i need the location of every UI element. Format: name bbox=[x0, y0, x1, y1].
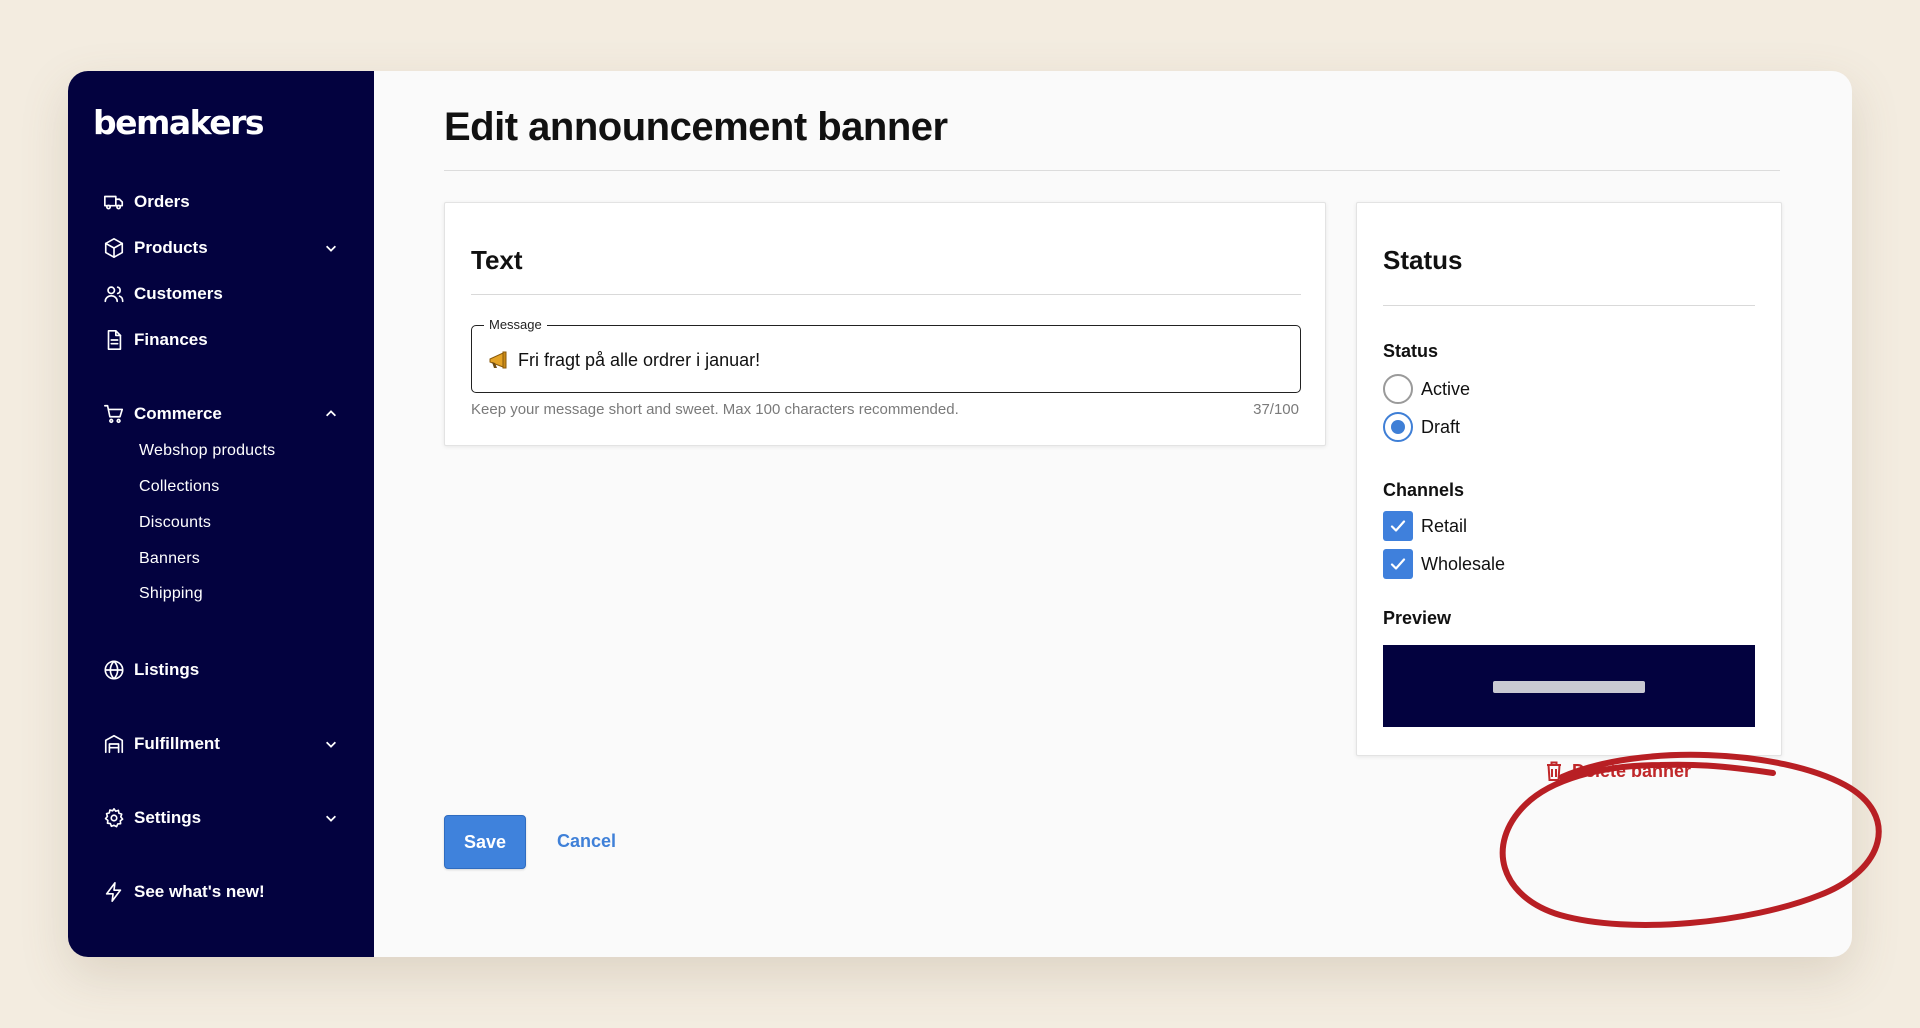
preview-placeholder-bar bbox=[1493, 681, 1645, 693]
checkbox-retail[interactable] bbox=[1383, 511, 1413, 541]
text-card: Text Message Fri fragt på alle ordrer i … bbox=[444, 202, 1326, 446]
channel-option-wholesale[interactable]: Wholesale bbox=[1383, 549, 1505, 579]
radio-draft[interactable] bbox=[1383, 412, 1413, 442]
message-label: Message bbox=[484, 317, 547, 332]
status-option-draft[interactable]: Draft bbox=[1383, 412, 1460, 442]
status-label: Status bbox=[1383, 341, 1439, 361]
channels-label: Channels bbox=[1383, 480, 1465, 500]
check-icon bbox=[1390, 558, 1406, 570]
delete-banner-button[interactable]: Delete banner bbox=[1544, 760, 1691, 782]
character-counter: 37/100 bbox=[1253, 401, 1299, 418]
delete-banner-label: Delete banner bbox=[1572, 760, 1692, 781]
channel-option-label: Retail bbox=[1421, 515, 1468, 536]
banner-preview bbox=[1383, 645, 1755, 727]
status-card-heading: Status bbox=[1383, 245, 1463, 275]
message-helper-text: Keep your message short and sweet. Max 1… bbox=[471, 401, 959, 418]
channel-option-label: Wholesale bbox=[1421, 553, 1506, 574]
status-option-label: Active bbox=[1421, 378, 1471, 399]
radio-active[interactable] bbox=[1383, 374, 1413, 404]
preview-label: Preview bbox=[1383, 608, 1452, 628]
message-field[interactable]: Message Fri fragt på alle ordrer i janua… bbox=[471, 317, 1301, 393]
checkbox-wholesale[interactable] bbox=[1383, 549, 1413, 579]
card-divider bbox=[1383, 305, 1755, 306]
text-card-heading: Text bbox=[471, 245, 523, 275]
channel-option-retail[interactable]: Retail bbox=[1383, 511, 1467, 541]
status-option-active[interactable]: Active bbox=[1383, 374, 1470, 404]
card-divider bbox=[471, 294, 1301, 295]
status-option-label: Draft bbox=[1421, 416, 1461, 437]
title-divider bbox=[444, 170, 1780, 171]
message-value: Fri fragt på alle ordrer i januar! bbox=[488, 350, 760, 371]
save-button[interactable]: Save bbox=[444, 815, 526, 869]
status-card: Status Status Active Draft Channels Reta… bbox=[1356, 202, 1782, 756]
cancel-button[interactable]: Cancel bbox=[557, 831, 616, 852]
check-icon bbox=[1390, 520, 1406, 532]
page-title: Edit announcement banner bbox=[444, 105, 948, 149]
message-text: Fri fragt på alle ordrer i januar! bbox=[518, 350, 761, 370]
trash-icon bbox=[1547, 761, 1561, 781]
content-layer: Edit announcement banner Text Message Fr… bbox=[68, 71, 1852, 957]
megaphone-icon bbox=[489, 351, 507, 368]
